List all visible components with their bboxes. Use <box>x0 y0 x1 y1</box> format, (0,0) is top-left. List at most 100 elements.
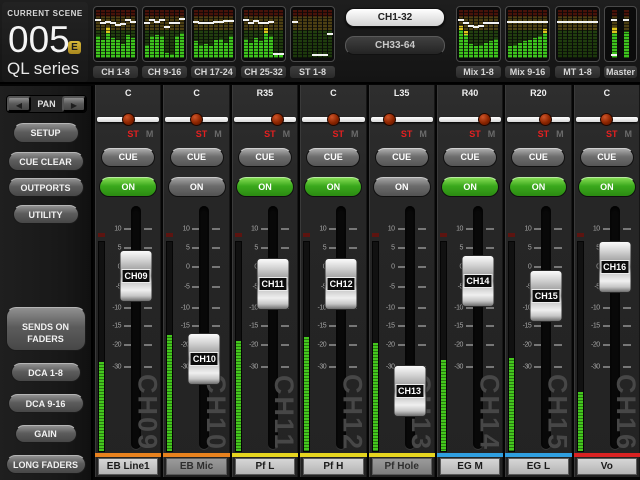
pan-slider[interactable] <box>574 107 640 129</box>
utility-button[interactable]: UTILITY <box>12 205 79 224</box>
channel-name-button[interactable]: EB Mic <box>166 458 227 475</box>
pan-slider[interactable] <box>300 107 366 129</box>
fader-handle[interactable]: CH14 <box>461 255 495 307</box>
clip-indicator <box>303 233 311 237</box>
pan-knob[interactable] <box>600 113 614 126</box>
fader-handle[interactable]: CH16 <box>598 241 632 293</box>
cue-clear-button[interactable]: CUE CLEAR <box>7 152 84 171</box>
fader-channel-label: CH09 <box>121 269 151 283</box>
cue-button[interactable]: CUE <box>579 148 634 167</box>
fader-handle[interactable]: CH11 <box>256 258 290 310</box>
on-button[interactable]: ON <box>441 177 500 197</box>
cue-button[interactable]: CUE <box>101 148 156 167</box>
pan-knob[interactable] <box>477 113 491 126</box>
pan-knob[interactable] <box>326 113 340 126</box>
meter-group[interactable]: Master <box>604 6 637 78</box>
current-scene-box[interactable]: CURRENT SCENE 005 E QL series <box>2 2 88 82</box>
pan-slider[interactable] <box>437 107 503 129</box>
channel-strip: C ST M CUE ON 10 5 0 -5 -10 -15 -20 -30 CH10 CH1… <box>163 85 231 477</box>
bank-button-ch33-64[interactable]: CH33-64 <box>345 36 445 55</box>
meter-group-label: Mix 1-8 <box>456 66 501 78</box>
pan-slider[interactable] <box>232 107 298 129</box>
sends-on-faders-button[interactable]: SENDS ON FADERS <box>5 307 86 351</box>
pan-knob[interactable] <box>382 113 396 126</box>
fader-handle[interactable]: CH09 <box>119 250 153 302</box>
fader-handle[interactable]: CH10 <box>187 333 221 385</box>
meter-group[interactable]: CH 17-24 <box>191 6 236 78</box>
on-button[interactable]: ON <box>99 177 158 197</box>
mono-assign-indicator: M <box>624 129 633 139</box>
pan-slider[interactable] <box>95 107 161 129</box>
channel-name-button[interactable]: EG M <box>439 458 501 475</box>
on-button[interactable]: ON <box>235 177 294 197</box>
channel-name-button[interactable]: EB Line1 <box>98 458 159 475</box>
meter-group-label: CH 9-16 <box>142 66 187 78</box>
setup-button[interactable]: SETUP <box>12 123 79 143</box>
on-button[interactable]: ON <box>304 177 363 197</box>
dca-1-8-button[interactable]: DCA 1-8 <box>10 363 81 382</box>
pan-value: C <box>603 88 611 98</box>
cue-button[interactable]: CUE <box>374 148 429 167</box>
scene-edit-badge: E <box>68 41 81 54</box>
pan-value: L35 <box>393 88 410 98</box>
on-button[interactable]: ON <box>372 177 431 197</box>
channel-name-button[interactable]: Pf H <box>303 458 364 475</box>
cue-button[interactable]: CUE <box>306 148 361 167</box>
channel-color-stripe <box>573 453 640 457</box>
cue-button[interactable]: CUE <box>511 148 566 167</box>
meter-group[interactable]: MT 1-8 <box>555 6 600 78</box>
meter-group[interactable]: ST 1-8 <box>290 6 335 78</box>
meter-group[interactable]: Mix 9-16 <box>505 6 550 78</box>
fader-handle[interactable]: CH13 <box>393 365 426 417</box>
pan-mode-selector: PAN ◀ ▶ <box>6 95 87 113</box>
long-faders-button[interactable]: LONG FADERS <box>5 455 86 474</box>
channel-watermark: CH12 <box>337 373 368 451</box>
pan-value: R40 <box>461 88 479 98</box>
fader-handle[interactable]: CH15 <box>529 270 563 322</box>
fader-channel-label: CH10 <box>189 352 219 366</box>
cue-button[interactable]: CUE <box>443 148 498 167</box>
fader-area: 1050-5-10-15-20-30 CH13 CH13 <box>369 199 436 453</box>
channel-strips: C ST M CUE ON 1050-5-10-15-20-30 CH09 CH0… <box>95 85 640 477</box>
stereo-assign-indicator: ST <box>605 129 618 139</box>
meter-fill <box>577 391 583 452</box>
meter-group[interactable]: Mix 1-8 <box>456 6 501 78</box>
stereo-assign-indicator: ST <box>469 129 481 139</box>
channel-name-button[interactable]: Pf Hole <box>371 458 432 475</box>
stereo-assign-indicator: ST <box>400 129 413 139</box>
meter-fill <box>167 334 173 452</box>
cue-button[interactable]: CUE <box>169 148 224 167</box>
pan-slider[interactable] <box>505 107 571 129</box>
pan-slider[interactable] <box>369 107 435 129</box>
cue-button[interactable]: CUE <box>237 148 292 167</box>
channel-strip: C ST M CUE ON 1050-5-10-15-20-30 CH09 CH0… <box>95 85 162 477</box>
channel-name-button[interactable]: Vo <box>576 458 637 475</box>
dca-9-16-button[interactable]: DCA 9-16 <box>7 394 84 413</box>
stereo-assign-indicator: ST <box>332 129 344 139</box>
meter-fill <box>440 360 446 451</box>
assign-indicators: ST M <box>264 129 290 139</box>
on-button[interactable]: ON <box>167 177 226 197</box>
pan-prev-arrow-icon[interactable]: ◀ <box>7 96 31 112</box>
pan-next-arrow-icon[interactable]: ▶ <box>62 96 86 112</box>
meter-group[interactable]: CH 1-8 <box>93 6 138 78</box>
pan-slider[interactable] <box>163 107 229 129</box>
on-button[interactable]: ON <box>577 177 636 197</box>
channel-name-button[interactable]: Pf L <box>234 458 296 475</box>
pan-value: C <box>124 88 132 98</box>
channel-color-stripe <box>163 453 230 457</box>
meter-group[interactable]: CH 25-32 <box>241 6 286 78</box>
pan-knob[interactable] <box>190 113 204 126</box>
pan-knob[interactable] <box>270 113 284 126</box>
outports-button[interactable]: OUTPORTS <box>7 178 84 197</box>
fader-handle[interactable]: CH12 <box>324 258 358 310</box>
channel-name-button[interactable]: EG L <box>508 458 569 475</box>
gain-button[interactable]: GAIN <box>14 425 77 443</box>
meter-group[interactable]: CH 9-16 <box>142 6 187 78</box>
pan-knob[interactable] <box>121 113 135 126</box>
on-button[interactable]: ON <box>509 177 568 197</box>
fader-channel-label: CH12 <box>326 277 356 291</box>
bank-button-ch1-32[interactable]: CH1-32 <box>345 8 445 27</box>
fader-channel-label: CH16 <box>600 260 630 274</box>
pan-knob[interactable] <box>538 113 552 126</box>
